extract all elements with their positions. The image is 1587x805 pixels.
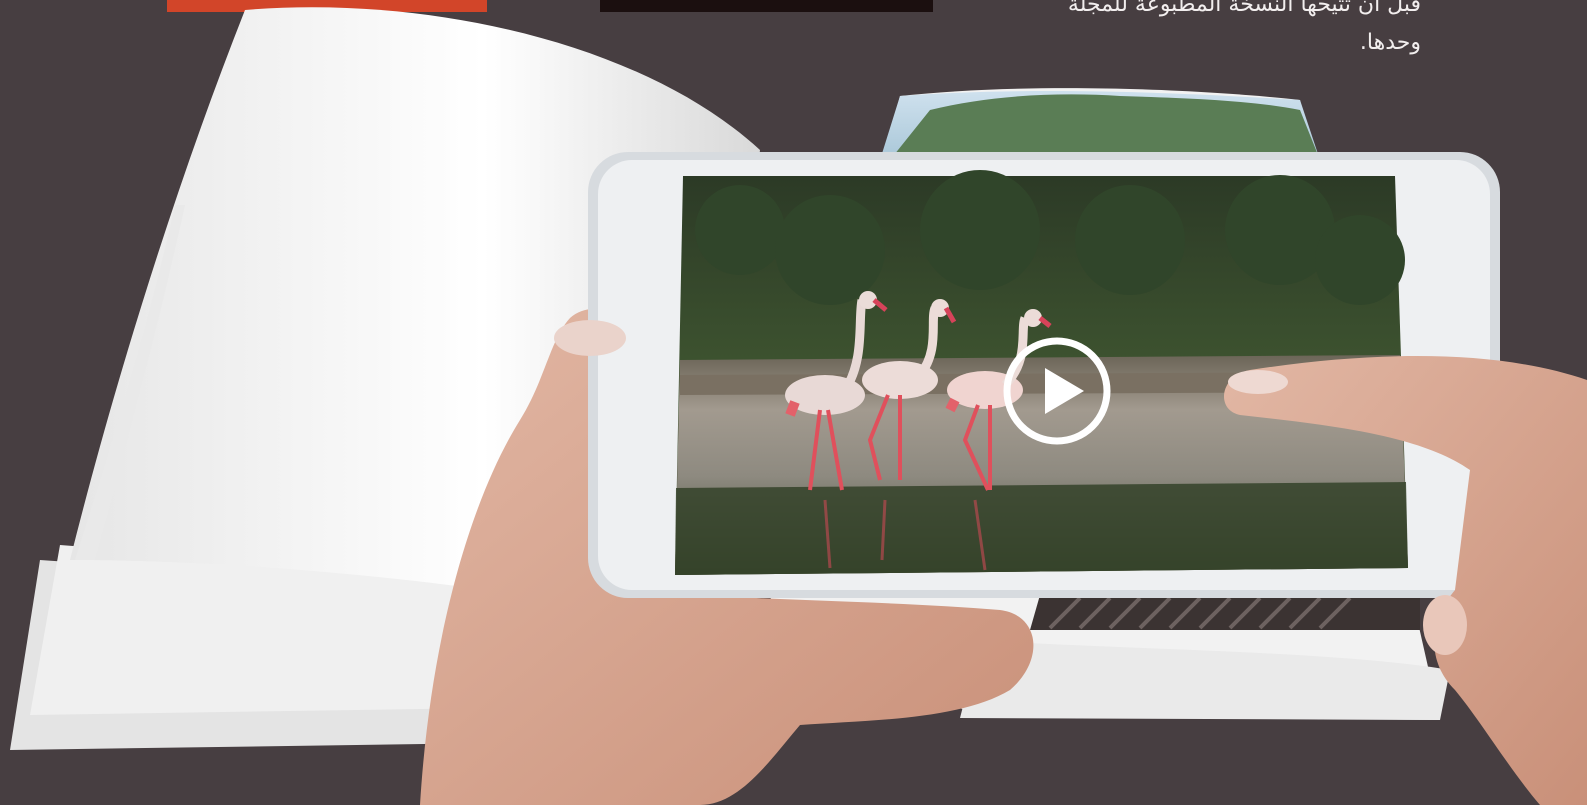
play-button[interactable] [1002,336,1112,446]
book-and-phone-illustration [10,7,1587,805]
play-icon [1003,337,1111,445]
